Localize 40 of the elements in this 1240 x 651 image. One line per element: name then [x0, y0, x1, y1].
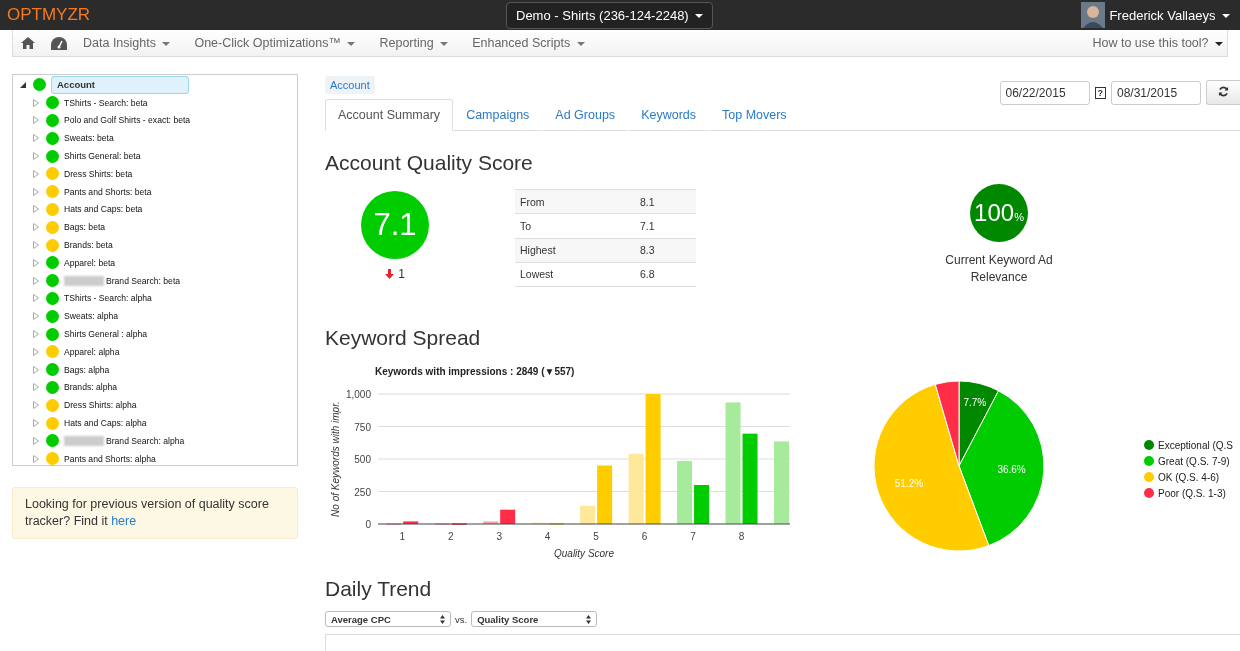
- axis-title: Quality Score: [554, 548, 614, 559]
- stat-value: 8.3: [635, 238, 696, 263]
- axis-tick-label: 3: [496, 531, 502, 542]
- joiner-text: vs.: [455, 613, 468, 625]
- legend-label: OK (Q.S. 4-6): [1158, 472, 1220, 483]
- score-change: 1: [398, 267, 405, 281]
- stat-label: Highest: [515, 238, 635, 263]
- stat-label: From: [515, 189, 635, 214]
- chart-title: Keywords with impressions : 2849 (▼557): [375, 366, 575, 377]
- stat-value: 8.1: [635, 189, 696, 214]
- stat-value: 7.1: [635, 213, 696, 238]
- axis-tick-label: 500: [354, 454, 371, 465]
- axis-tick-label: 0: [365, 519, 371, 530]
- axis-tick-label: 5: [593, 531, 599, 542]
- axis-tick-label: 250: [354, 486, 371, 498]
- axis-tick-label: 2: [447, 531, 454, 542]
- legend-label: Exceptional (Q.S: [1158, 440, 1234, 451]
- section-heading: Keyword Spread: [325, 326, 482, 350]
- section-heading: Daily Trend: [325, 577, 433, 601]
- axis-tick-label: 8: [738, 531, 745, 542]
- stat-label: To: [515, 213, 635, 238]
- axis-tick-label: 4: [544, 531, 551, 542]
- slice-label: 51.2%: [894, 477, 924, 489]
- axis-tick-label: 6: [641, 531, 648, 542]
- axis-tick-label: 750: [354, 421, 371, 433]
- axis-tick-label: 1,000: [345, 389, 371, 400]
- score-circle: 7.1: [361, 191, 429, 259]
- axis-tick-label: 1: [399, 531, 405, 542]
- relevance-caption: Current Keyword Ad Relevance: [944, 252, 1054, 286]
- section-heading: Account Quality Score: [325, 151, 534, 175]
- relevance-circle: 100%: [970, 184, 1028, 242]
- legend-label: Great (Q.S. 7-9): [1158, 456, 1230, 467]
- axis-title: No of Keywords with impr.: [330, 401, 341, 517]
- axis-tick-label: 7: [690, 531, 696, 542]
- stat-label: Lowest: [515, 262, 635, 287]
- notice-text: Looking for previous version of quality score tracker? Find it here: [25, 497, 269, 528]
- slice-label: 7.7%: [963, 396, 987, 408]
- legend-label: Poor (Q.S. 1-3): [1158, 488, 1226, 499]
- slice-label: 36.6%: [997, 464, 1026, 476]
- stat-value: 6.8: [635, 262, 696, 287]
